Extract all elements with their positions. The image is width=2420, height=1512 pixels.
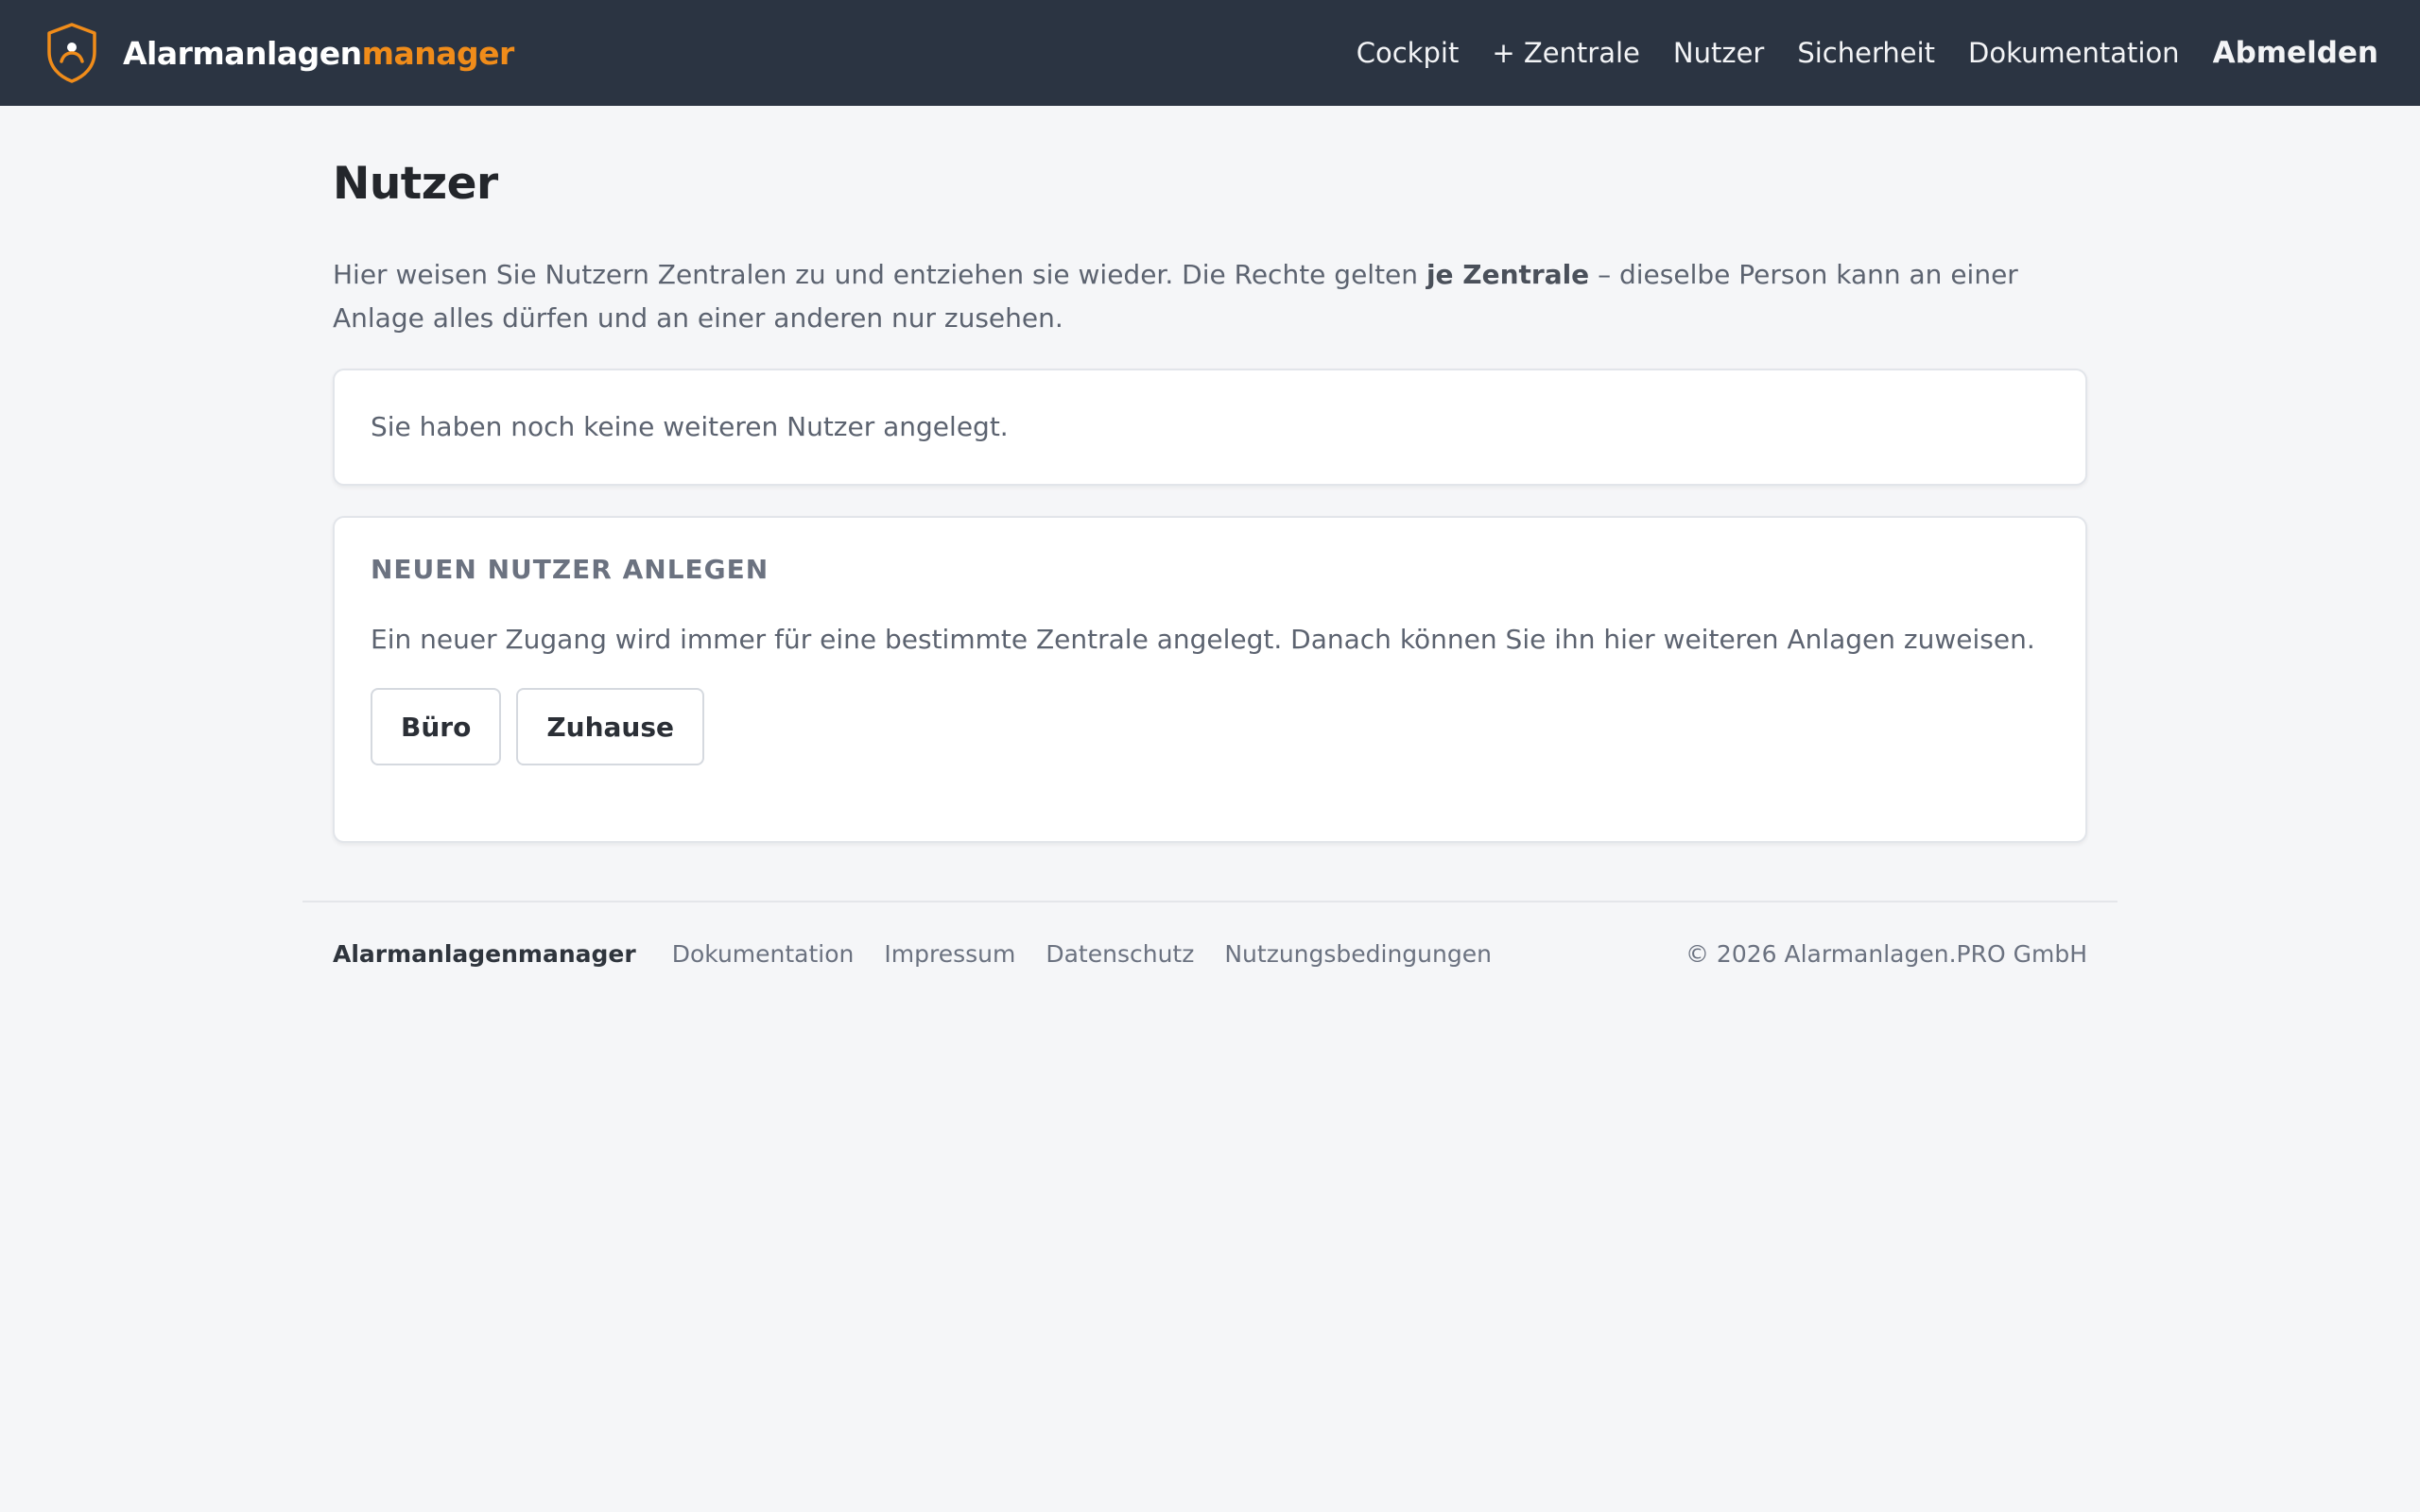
zentrale-buero-button[interactable]: Büro [371, 688, 502, 765]
empty-users-message: Sie haben noch keine weiteren Nutzer ang… [371, 411, 1009, 442]
footer-link-nutzungsbedingungen[interactable]: Nutzungsbedingungen [1224, 940, 1492, 968]
zentrale-zuhause-button[interactable]: Zuhause [516, 688, 704, 765]
create-user-heading: NEUEN NUTZER ANLEGEN [371, 554, 769, 585]
nav-item-add-zentrale[interactable]: + Zentrale [1492, 37, 1640, 69]
create-user-card: NEUEN NUTZER ANLEGEN Ein neuer Zugang wi… [333, 516, 2087, 843]
nav-item-sicherheit[interactable]: Sicherheit [1797, 37, 1935, 69]
create-user-description: Ein neuer Zugang wird immer für eine bes… [371, 624, 2035, 655]
footer-link-impressum[interactable]: Impressum [884, 940, 1015, 968]
page-title: Nutzer [333, 158, 498, 210]
footer-divider [302, 901, 2118, 902]
footer-link-dokumentation[interactable]: Dokumentation [672, 940, 855, 968]
brand-logo-link[interactable]: Alarmanlagenmanager [45, 21, 514, 85]
brand-name: Alarmanlagenmanager [123, 34, 514, 72]
nav-item-dokumentation[interactable]: Dokumentation [1968, 37, 2180, 69]
empty-users-card: Sie haben noch keine weiteren Nutzer ang… [333, 369, 2087, 486]
footer-copyright: © 2026 Alarmanlagen.PRO GmbH [1685, 939, 2087, 968]
footer-brand: Alarmanlagenmanager [333, 939, 636, 968]
main-nav: Cockpit + Zentrale Nutzer Sicherheit Dok… [1323, 0, 2378, 106]
zentrale-button-row: Büro Zuhause [371, 688, 704, 765]
shield-logo-icon [47, 23, 96, 83]
intro-emphasis: je Zentrale [1426, 259, 1590, 290]
logout-link[interactable]: Abmelden [2213, 36, 2378, 70]
top-navigation-bar: Alarmanlagenmanager Cockpit + Zentrale N… [0, 0, 2420, 106]
intro-text: Hier weisen Sie Nutzern Zentralen zu und… [333, 259, 2018, 334]
nav-item-cockpit[interactable]: Cockpit [1357, 37, 1460, 69]
footer: Alarmanlagenmanager Dokumentation Impres… [333, 930, 2087, 977]
footer-link-datenschutz[interactable]: Datenschutz [1046, 940, 1194, 968]
nav-item-nutzer[interactable]: Nutzer [1673, 37, 1764, 69]
